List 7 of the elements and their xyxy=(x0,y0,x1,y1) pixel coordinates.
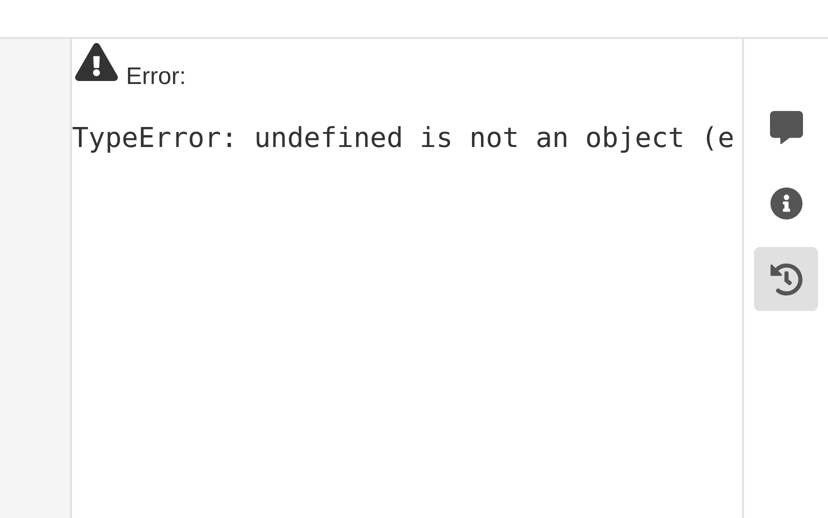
error-title: Error: xyxy=(126,65,186,89)
warning-icon xyxy=(75,43,118,81)
info-icon xyxy=(770,186,802,220)
comment-icon xyxy=(770,110,802,144)
history-icon xyxy=(770,262,802,296)
error-message: TypeError: undefined is not an object (e xyxy=(72,125,734,152)
sidebar-button[interactable] xyxy=(754,247,818,311)
